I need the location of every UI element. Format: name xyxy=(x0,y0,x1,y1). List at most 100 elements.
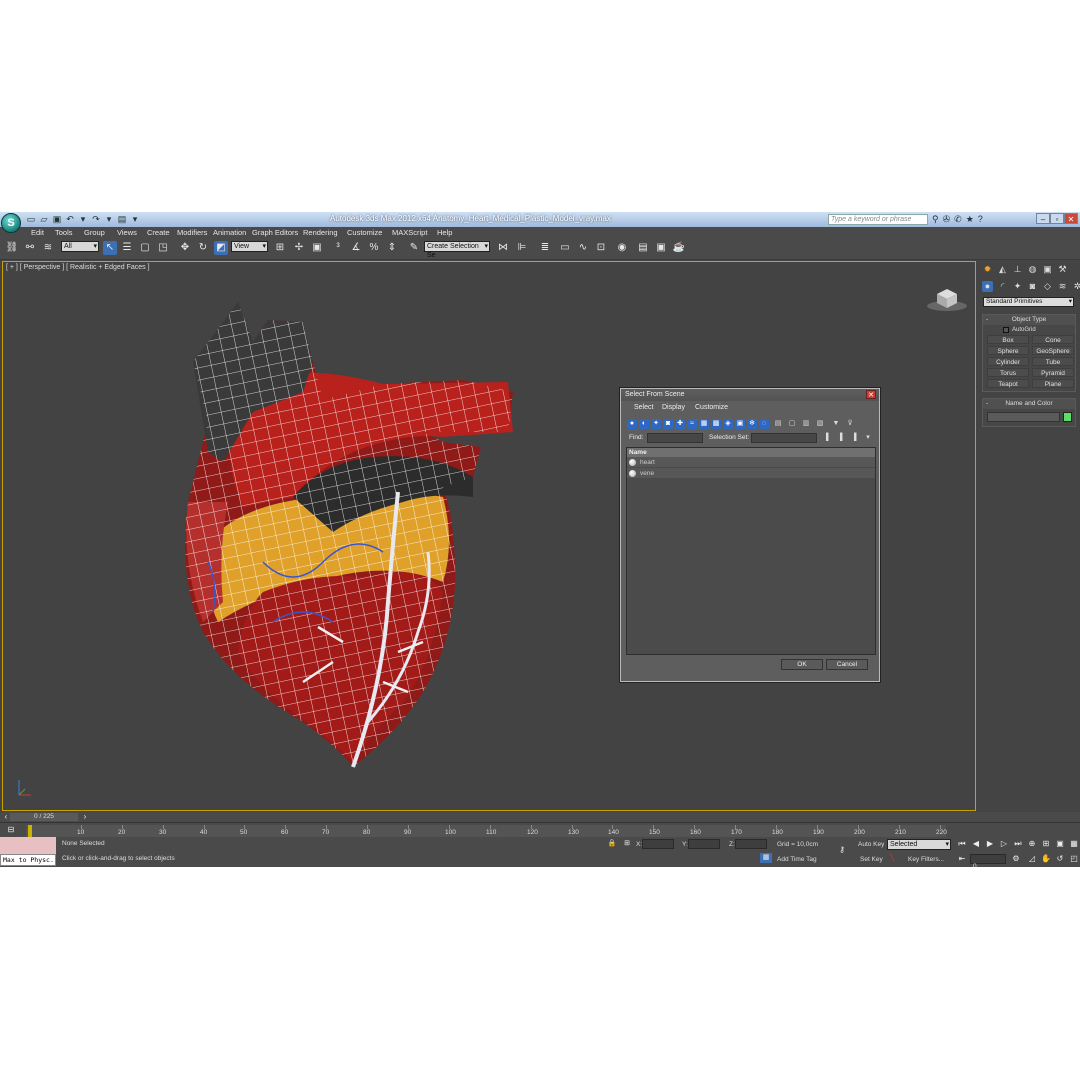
frame-counter[interactable]: 0 / 225 xyxy=(10,813,78,821)
cancel-button[interactable]: Cancel xyxy=(826,659,868,670)
reference-coord-dropdown[interactable]: View xyxy=(231,241,268,252)
menu-modifiers[interactable]: Modifiers xyxy=(177,228,207,237)
name-column-header[interactable]: Name xyxy=(627,448,875,457)
cylinder-button[interactable]: Cylinder xyxy=(987,357,1029,366)
set-key-icon[interactable]: ⚷ xyxy=(836,845,848,855)
find-input[interactable] xyxy=(647,433,703,443)
key-mode-toggle-icon[interactable]: ⇤ xyxy=(956,854,968,864)
utilities-tab-icon[interactable]: ⚒ xyxy=(1057,264,1068,275)
teapot-button[interactable]: Teapot xyxy=(987,379,1029,388)
rendered-frame-window-icon[interactable]: ▣ xyxy=(654,241,668,255)
field-of-view-icon[interactable]: ◿ xyxy=(1026,854,1038,864)
orbit-icon[interactable]: ↺ xyxy=(1054,854,1066,864)
z-coordinate-field[interactable] xyxy=(735,839,767,849)
next-frame-icon[interactable]: ▷ xyxy=(998,839,1010,849)
x-coordinate-field[interactable] xyxy=(642,839,674,849)
rotate-icon[interactable]: ↻ xyxy=(196,241,210,255)
geometry-icon[interactable]: ● xyxy=(982,281,993,292)
dialog-menu-select[interactable]: Select xyxy=(634,404,653,411)
display-cameras-icon[interactable]: ◙ xyxy=(663,419,673,429)
y-coordinate-field[interactable] xyxy=(688,839,720,849)
systems-icon[interactable]: ✲ xyxy=(1072,281,1080,292)
hierarchy-tab-icon[interactable]: ⊥ xyxy=(1012,264,1023,275)
cone-button[interactable]: Cone xyxy=(1032,335,1074,344)
list-item[interactable]: vene xyxy=(627,468,875,479)
geosphere-button[interactable]: GeoSphere xyxy=(1032,346,1074,355)
mini-curve-editor-icon[interactable]: ⊟ xyxy=(5,825,17,835)
subscription-icon[interactable]: ✇ xyxy=(943,214,951,224)
key-filters-button[interactable]: Key Filters... xyxy=(908,856,944,863)
percent-snap-icon[interactable]: % xyxy=(367,241,381,255)
space-warps-icon[interactable]: ≋ xyxy=(1057,281,1068,292)
sphere-button[interactable]: Sphere xyxy=(987,346,1029,355)
filter-options-icon[interactable]: ⊽ xyxy=(845,419,855,429)
track-bar[interactable]: ⊟ 10 20 30 40 50 60 70 80 90 100 110 120 130 140 150 16… xyxy=(0,822,1080,837)
link-icon[interactable]: ⛓ xyxy=(5,241,19,255)
project-folder-icon[interactable]: ▤ xyxy=(117,214,127,224)
auto-key-button[interactable]: Auto Key xyxy=(858,841,884,848)
binoculars-icon[interactable]: ⚲ xyxy=(932,214,939,224)
menu-group[interactable]: Group xyxy=(84,228,105,237)
selection-set-dropdown[interactable] xyxy=(751,433,817,443)
display-shapes-icon[interactable]: ◐ xyxy=(639,419,649,429)
go-to-start-icon[interactable]: ⏮ xyxy=(956,839,968,849)
helpers-icon[interactable]: ◇ xyxy=(1042,281,1053,292)
display-xrefs-icon[interactable]: ▩ xyxy=(711,419,721,429)
display-hidden-icon[interactable]: ◌ xyxy=(759,419,769,429)
pivot-center-icon[interactable]: ⊞ xyxy=(273,241,287,255)
menu-create[interactable]: Create xyxy=(147,228,170,237)
name-and-color-header[interactable]: Name and Color xyxy=(983,399,1075,409)
create-tab-icon[interactable]: ✹ xyxy=(982,264,993,275)
schematic-view-icon[interactable]: ⊡ xyxy=(594,241,608,255)
snaps-toggle-icon[interactable]: ³ xyxy=(331,241,345,255)
selection-lock-icon[interactable]: 🔒 xyxy=(606,839,618,849)
move-icon[interactable]: ✥ xyxy=(178,241,192,255)
scene-object-list[interactable]: Name heart vene xyxy=(626,447,876,655)
display-helpers-icon[interactable]: ✚ xyxy=(675,419,685,429)
unlink-icon[interactable]: ⚯ xyxy=(23,241,37,255)
layer-manager-icon[interactable]: ≣ xyxy=(538,241,552,255)
redo-dropdown-icon[interactable]: ▾ xyxy=(104,214,114,224)
display-groups-icon[interactable]: ▦ xyxy=(699,419,709,429)
quick-access-menu-icon[interactable]: ▾ xyxy=(130,214,140,224)
expand-all-icon[interactable]: ▐ xyxy=(821,433,831,443)
app-logo-button[interactable]: S xyxy=(1,213,21,233)
viewcube-icon[interactable] xyxy=(925,284,969,312)
zoom-icon[interactable]: ⊕ xyxy=(1026,839,1038,849)
previous-frame-icon[interactable]: ◀ xyxy=(970,839,982,849)
undo-dropdown-icon[interactable]: ▾ xyxy=(78,214,88,224)
key-filter-icon[interactable]: ╲ xyxy=(886,853,898,863)
display-none-icon[interactable]: ▢ xyxy=(787,419,797,429)
shapes-icon[interactable]: ◜ xyxy=(997,281,1008,292)
lights-icon[interactable]: ✦ xyxy=(1012,281,1023,292)
selection-filter-dropdown[interactable]: All xyxy=(61,241,99,252)
spinner-snap-icon[interactable]: ⇕ xyxy=(385,241,399,255)
time-configuration-icon[interactable]: ⚙ xyxy=(1010,854,1022,864)
material-editor-icon[interactable]: ◉ xyxy=(615,241,629,255)
graphite-ribbon-icon[interactable]: ▭ xyxy=(558,241,572,255)
open-file-icon[interactable]: ▱ xyxy=(39,214,49,224)
close-icon[interactable]: ✕ xyxy=(1064,213,1078,224)
search-input[interactable]: Type a keyword or phrase xyxy=(828,214,928,225)
mirror-icon[interactable]: ⋈ xyxy=(496,241,510,255)
filter-icon[interactable]: ▼ xyxy=(831,419,841,429)
pan-view-icon[interactable]: ✋ xyxy=(1040,854,1052,864)
find-options-icon[interactable]: ▾ xyxy=(863,433,873,443)
menu-graph-editors[interactable]: Graph Editors xyxy=(252,228,298,237)
list-item[interactable]: heart xyxy=(627,457,875,468)
dialog-menu-display[interactable]: Display xyxy=(662,404,685,411)
primitive-category-dropdown[interactable]: Standard Primitives xyxy=(983,297,1074,307)
menu-customize[interactable]: Customize xyxy=(347,228,382,237)
display-tab-icon[interactable]: ▣ xyxy=(1042,264,1053,275)
menu-views[interactable]: Views xyxy=(117,228,137,237)
display-frozen-icon[interactable]: ❄ xyxy=(747,419,757,429)
ok-button[interactable]: OK xyxy=(781,659,823,670)
new-file-icon[interactable]: ▭ xyxy=(26,214,36,224)
motion-tab-icon[interactable]: ◍ xyxy=(1027,264,1038,275)
torus-button[interactable]: Torus xyxy=(987,368,1029,377)
current-frame-marker[interactable] xyxy=(28,825,32,837)
render-production-icon[interactable]: ☕ xyxy=(672,241,686,255)
add-time-tag-button[interactable]: Add Time Tag xyxy=(777,856,817,863)
select-by-name-icon[interactable]: ☰ xyxy=(120,241,134,255)
display-lights-icon[interactable]: ✦ xyxy=(651,419,661,429)
